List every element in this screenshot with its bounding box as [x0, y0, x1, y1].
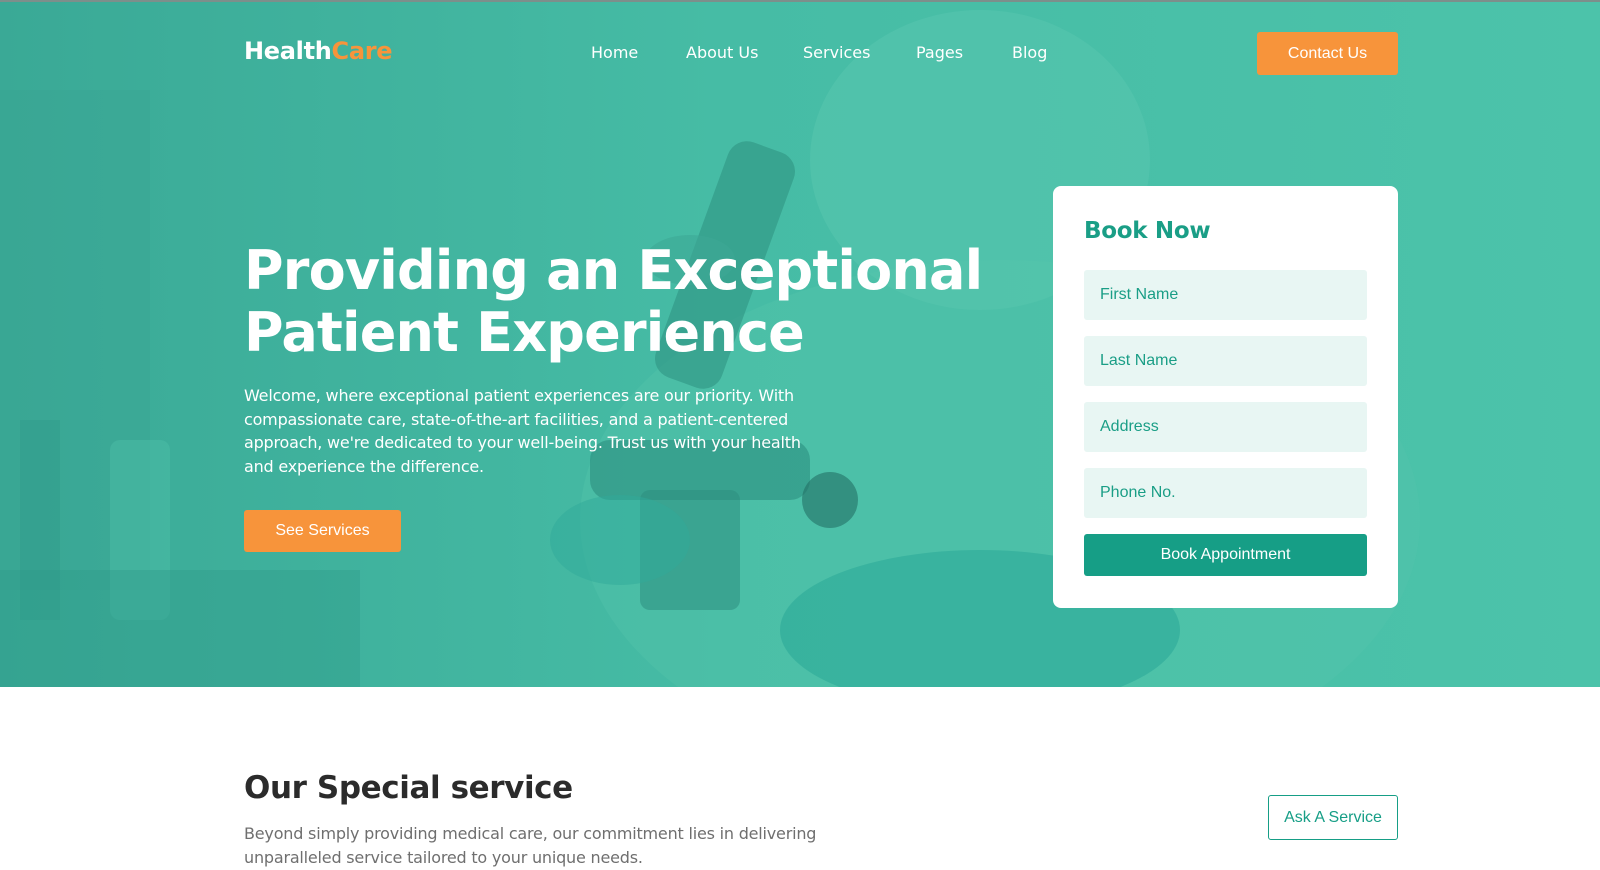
see-services-button[interactable]: See Services [244, 510, 401, 552]
hero-title-line1: Providing an Exceptional [244, 239, 983, 302]
top-border [0, 0, 1600, 2]
contact-us-button[interactable]: Contact Us [1257, 32, 1398, 75]
nav-services[interactable]: Services [803, 43, 870, 62]
section-title: Our Special service [244, 770, 573, 806]
nav-about-us[interactable]: About Us [686, 43, 758, 62]
nav-blog[interactable]: Blog [1012, 43, 1047, 62]
hero-title: Providing an Exceptional Patient Experie… [244, 240, 1004, 364]
section-description: Beyond simply providing medical care, ou… [244, 824, 817, 867]
hero-description: Welcome, where exceptional patient exper… [244, 386, 801, 476]
booking-form: Book Now Book Appointment [1053, 186, 1398, 608]
phone-input[interactable] [1084, 468, 1367, 518]
first-name-input[interactable] [1084, 270, 1367, 320]
ask-a-service-button[interactable]: Ask A Service [1268, 795, 1398, 840]
hero-section: HealthCare Home About Us Services Pages … [0, 0, 1600, 687]
last-name-input[interactable] [1084, 336, 1367, 386]
nav-pages[interactable]: Pages [916, 43, 963, 62]
hero-title-line2: Patient Experience [244, 301, 805, 364]
booking-title: Book Now [1084, 218, 1211, 244]
book-appointment-button[interactable]: Book Appointment [1084, 534, 1367, 576]
address-input[interactable] [1084, 402, 1367, 452]
nav-home[interactable]: Home [591, 43, 638, 62]
